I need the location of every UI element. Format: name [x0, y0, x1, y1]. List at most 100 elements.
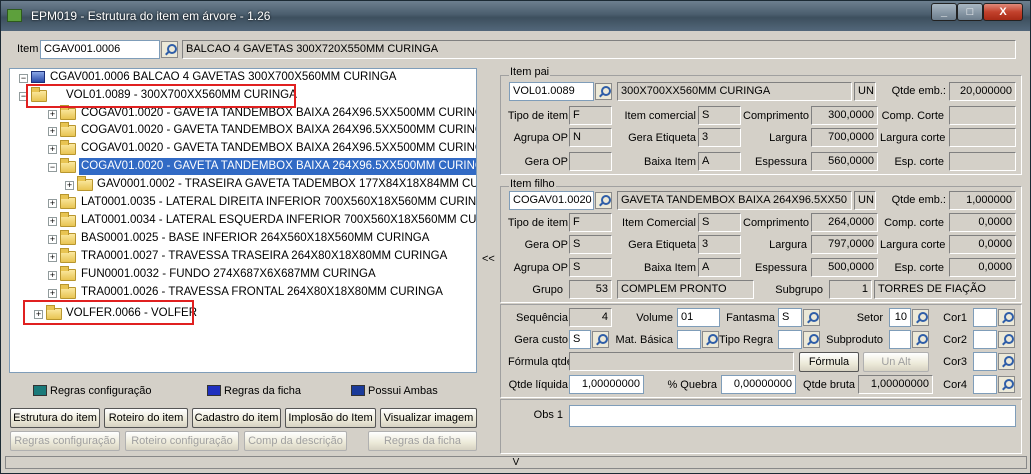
cor1-input[interactable]	[973, 308, 997, 327]
expand-toggle[interactable]: −	[48, 163, 57, 172]
regras-configuracao-button[interactable]: Regras configuração	[10, 431, 120, 451]
legend-label: Possui Ambas	[368, 385, 438, 397]
pai-comprimento-label: Comprimento	[743, 110, 810, 122]
expand-toggle[interactable]: +	[48, 289, 57, 298]
folder-icon	[77, 176, 93, 191]
cor2-search-icon[interactable]	[998, 331, 1015, 348]
expand-toggle[interactable]: +	[48, 199, 57, 208]
tree-node[interactable]: TRA0001.0026 - TRAVESSA FRONTAL 264X80X1…	[81, 284, 443, 301]
cor1-search-icon[interactable]	[998, 309, 1015, 326]
expand-toggle[interactable]: +	[48, 271, 57, 280]
collapse-arrow[interactable]: <<	[482, 253, 495, 265]
filho-code-input[interactable]: COGAV01.0020	[509, 191, 594, 210]
tree-node[interactable]: BAS0001.0025 - BASE INFERIOR 264X560X18X…	[81, 230, 429, 247]
roteiro-item-button[interactable]: Roteiro do item	[104, 408, 188, 428]
expand-toggle[interactable]: +	[48, 217, 57, 226]
tree-node[interactable]: COGAV01.0020 - GAVETA TANDEMBOX BAIXA 26…	[81, 140, 476, 157]
bottom-collapse-bar[interactable]: V	[5, 456, 1027, 469]
pai-largura-corte-label: Largura corte	[880, 132, 946, 144]
cor4-search-icon[interactable]	[998, 376, 1015, 393]
tree-node-selected[interactable]: COGAV01.0020 - GAVETA TANDEMBOX BAIXA 26…	[79, 158, 476, 175]
pai-gera-op-field	[569, 152, 612, 171]
subproduto-search-icon[interactable]	[912, 331, 929, 348]
expand-toggle[interactable]: +	[48, 235, 57, 244]
item-code-input[interactable]: CGAV001.0006	[40, 40, 160, 59]
setor-input[interactable]: 10	[889, 308, 911, 327]
cor3-search-icon[interactable]	[998, 353, 1015, 370]
cor2-input[interactable]	[973, 330, 997, 349]
fantasma-search-icon[interactable]	[803, 309, 820, 326]
tree-node[interactable]: COGAV01.0020 - GAVETA TANDEMBOX BAIXA 26…	[81, 122, 476, 139]
un-alt-button[interactable]: Un Alt	[863, 352, 929, 372]
expand-toggle[interactable]: +	[48, 127, 57, 136]
collapse-down-arrow[interactable]: V	[513, 457, 520, 468]
tipo-regra-search-icon[interactable]	[803, 331, 820, 348]
expand-toggle[interactable]: +	[48, 253, 57, 262]
pai-largura-corte-field	[949, 128, 1016, 147]
pai-gera-etiqueta-field: 3	[698, 128, 741, 147]
cor1-label: Cor1	[943, 312, 967, 324]
tree-node[interactable]: LAT0001.0034 - LATERAL ESQUERDA INFERIOR…	[81, 212, 476, 229]
tree-node[interactable]: TRA0001.0027 - TRAVESSA TRASEIRA 264X80X…	[81, 248, 447, 265]
pai-search-icon[interactable]	[595, 83, 612, 100]
pai-un-field: UN	[854, 82, 876, 101]
window-title: EPM019 - Estrutura do item em árvore - 1…	[31, 9, 271, 23]
implosao-item-button[interactable]: Implosão do Item	[285, 408, 376, 428]
folder-icon	[60, 212, 76, 227]
filho-agrupa-op-label: Agrupa OP	[513, 262, 568, 274]
tree-node[interactable]: GAV0001.0002 - TRASEIRA GAVETA TADEMBOX …	[97, 176, 476, 193]
panel-splitter[interactable]: <<	[481, 66, 495, 454]
quebra-input[interactable]: 0,00000000	[721, 375, 796, 394]
main-window: EPM019 - Estrutura do item em árvore - 1…	[0, 0, 1031, 474]
item-description-field: BALCAO 4 GAVETAS 300X720X550MM CURINGA	[182, 40, 1016, 59]
fantasma-label: Fantasma	[726, 312, 775, 324]
minimize-button[interactable]: _	[931, 3, 957, 21]
tipo-regra-input[interactable]	[778, 330, 802, 349]
gera-custo-input[interactable]: S	[569, 330, 591, 349]
visualizar-imagem-button[interactable]: Visualizar imagem	[380, 408, 477, 428]
pai-tipo-item-field: F	[569, 106, 612, 125]
mat-basica-input[interactable]	[677, 330, 701, 349]
cor2-label: Cor2	[943, 334, 967, 346]
pai-agrupa-op-field: N	[569, 128, 612, 147]
tree-node[interactable]: FUN0001.0032 - FUNDO 274X687X6X687MM CUR…	[81, 266, 376, 283]
fantasma-input[interactable]: S	[778, 308, 802, 327]
pai-code-input[interactable]: VOL01.0089	[509, 82, 594, 101]
filho-search-icon[interactable]	[595, 192, 612, 209]
setor-search-icon[interactable]	[912, 309, 929, 326]
filho-desc-field: GAVETA TANDEMBOX BAIXA 264X96.5XX50	[617, 191, 852, 210]
comp-descricao-button[interactable]: Comp da descrição	[244, 431, 347, 451]
regras-ficha-button[interactable]: Regras da ficha	[368, 431, 477, 451]
pai-qtde-emb-label: Qtde emb.:	[891, 85, 946, 97]
item-tree[interactable]: − CGAV001.0006 BALCAO 4 GAVETAS 300X700X…	[9, 68, 477, 373]
tree-node[interactable]: LAT0001.0035 - LATERAL DIREITA INFERIOR …	[81, 194, 476, 211]
maximize-button[interactable]: □	[957, 3, 983, 21]
volume-input[interactable]: 01	[677, 308, 720, 327]
pai-largura-label: Largura	[769, 132, 807, 144]
obs-input[interactable]	[569, 405, 1016, 427]
filho-grupo-desc-field: COMPLEM PRONTO	[617, 280, 754, 299]
pai-espessura-field: 560,0000	[811, 152, 878, 171]
formula-qtde-label: Fórmula qtde	[508, 356, 573, 368]
folder-icon	[60, 230, 76, 245]
cor4-input[interactable]	[973, 375, 997, 394]
formula-button[interactable]: Fórmula	[799, 352, 859, 372]
estrutura-item-button[interactable]: Estrutura do item	[10, 408, 100, 428]
expand-toggle[interactable]: +	[48, 110, 57, 119]
expand-toggle[interactable]: −	[19, 74, 28, 83]
expand-toggle[interactable]: +	[65, 181, 74, 190]
roteiro-configuracao-button[interactable]: Roteiro configuração	[125, 431, 239, 451]
cor3-input[interactable]	[973, 352, 997, 371]
filho-baixa-item-field: A	[698, 258, 741, 277]
qtde-liquida-input[interactable]: 1,00000000	[569, 375, 644, 394]
cadastro-item-button[interactable]: Cadastro do item	[192, 408, 281, 428]
item-search-icon[interactable]	[161, 41, 178, 58]
cor4-label: Cor4	[943, 379, 967, 391]
gera-custo-label: Gera custo	[514, 334, 568, 346]
qtde-bruta-field: 1,00000000	[858, 375, 933, 394]
expand-toggle[interactable]: +	[48, 145, 57, 154]
filho-grupo-label: Grupo	[532, 284, 563, 296]
close-button[interactable]: X	[983, 3, 1023, 21]
gera-custo-search-icon[interactable]	[592, 331, 609, 348]
subproduto-input[interactable]	[889, 330, 911, 349]
